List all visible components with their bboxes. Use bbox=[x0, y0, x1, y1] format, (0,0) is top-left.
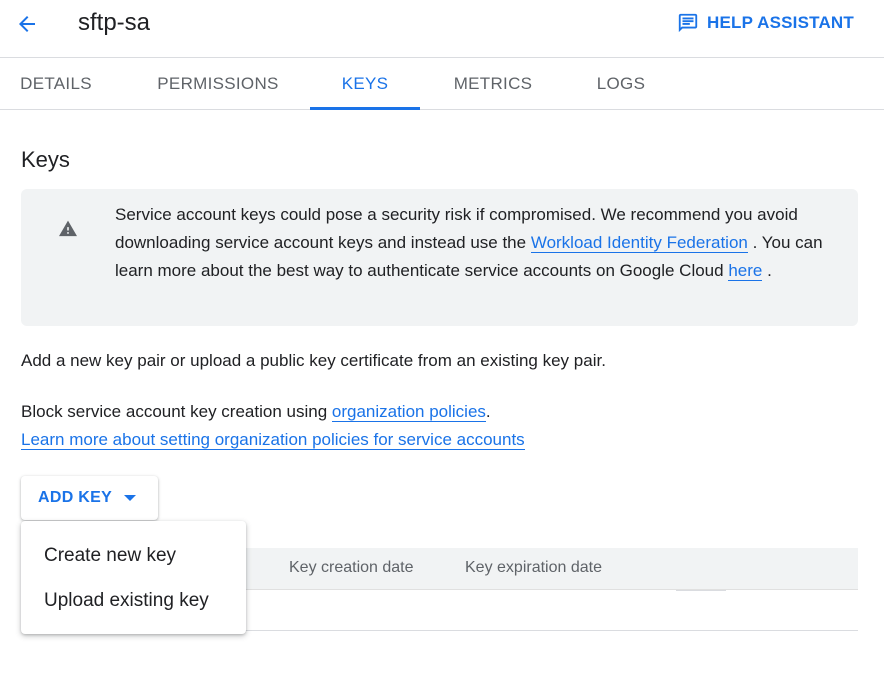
feedback-chat-icon bbox=[678, 13, 698, 33]
block-key-creation-text: Block service account key creation using… bbox=[21, 398, 491, 426]
tab-permissions[interactable]: PERMISSIONS bbox=[142, 58, 294, 110]
app-header: sftp-sa HELP ASSISTANT bbox=[0, 0, 884, 58]
tab-logs[interactable]: LOGS bbox=[580, 58, 662, 110]
warning-text-part: . bbox=[762, 261, 772, 280]
add-key-button[interactable]: ADD KEY bbox=[21, 476, 158, 520]
tab-keys[interactable]: KEYS bbox=[310, 58, 420, 110]
learn-more-line: Learn more about setting organization po… bbox=[21, 426, 525, 454]
help-assistant-label: HELP ASSISTANT bbox=[706, 13, 854, 32]
tab-details[interactable]: DETAILS bbox=[0, 58, 112, 110]
add-key-label: ADD KEY bbox=[38, 489, 113, 506]
help-assistant-button[interactable]: HELP ASSISTANT bbox=[677, 10, 854, 36]
column-header-key-expiration-date[interactable]: Key expiration date bbox=[465, 559, 602, 577]
block-text-label: Block service account key creation using bbox=[21, 402, 332, 421]
menu-item-create-new-key[interactable]: Create new key bbox=[21, 533, 246, 578]
arrow-back-icon bbox=[19, 16, 35, 32]
organization-policies-link[interactable]: organization policies bbox=[331, 402, 486, 422]
section-title: Keys bbox=[21, 147, 70, 172]
caret-down-icon bbox=[124, 495, 137, 501]
learn-more-org-policies-link[interactable]: Learn more about setting organization po… bbox=[21, 430, 525, 450]
authentication-here-link[interactable]: here bbox=[728, 261, 763, 281]
block-text-end: . bbox=[485, 402, 491, 421]
add-key-intro: Add a new key pair or upload a public ke… bbox=[21, 351, 606, 370]
row-divider bbox=[676, 590, 726, 591]
workload-identity-federation-link[interactable]: Workload Identity Federation bbox=[530, 233, 748, 253]
column-header-key-creation-date[interactable]: Key creation date bbox=[289, 559, 414, 577]
add-key-menu: Create new key Upload existing key bbox=[21, 521, 246, 634]
security-warning-banner: Service account keys could pose a securi… bbox=[21, 189, 858, 326]
menu-item-upload-existing-key[interactable]: Upload existing key bbox=[21, 578, 246, 623]
tab-bar: DETAILS PERMISSIONS KEYS METRICS LOGS bbox=[0, 58, 884, 110]
back-button[interactable] bbox=[10, 8, 44, 40]
warning-icon bbox=[59, 220, 77, 237]
page-title: sftp-sa bbox=[78, 9, 151, 36]
warning-text: Service account keys could pose a securi… bbox=[115, 201, 835, 285]
tab-metrics[interactable]: METRICS bbox=[438, 58, 548, 110]
